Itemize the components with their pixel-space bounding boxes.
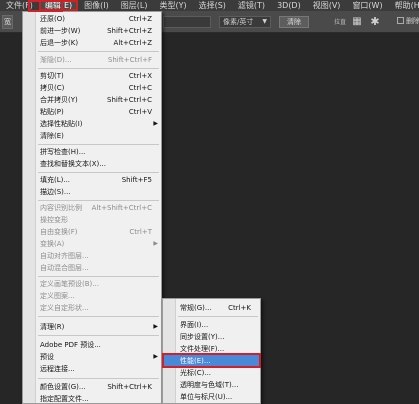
menu-bar: 文件(F) 编辑(E) 图像(I) 图层(L) 类型(Y) 选择(S) 滤镜(T…	[0, 0, 419, 11]
checkbox-box	[397, 17, 404, 24]
menu-edit[interactable]: 编辑(E)	[38, 0, 79, 11]
menu-item-assign-profile[interactable]: 指定配置文件...	[23, 393, 161, 404]
menu-select[interactable]: 选择(S)	[193, 0, 232, 11]
edit-menu: 还原(O) Ctrl+Z 前进一步(W) Shift+Ctrl+Z 后退一步(K) A…	[22, 11, 162, 404]
menu-item-paste[interactable]: 粘贴(P) Ctrl+V	[23, 106, 161, 118]
chevron-right-icon: ▶	[153, 353, 158, 360]
menu-item-define-pattern[interactable]: 定义图案...	[23, 290, 161, 302]
tools-panel	[0, 33, 22, 404]
menu-item-purge[interactable]: 清理(R) ▶	[23, 321, 161, 333]
preferences-submenu: 常规(G)... Ctrl+K 界面(I)... 同步设置(Y)... 文件处理(…	[162, 298, 261, 404]
menu-item-copy[interactable]: 拷贝(C) Ctrl+C	[23, 82, 161, 94]
tool-preset-picker[interactable]: 宽	[2, 15, 13, 29]
chevron-right-icon: ▶	[153, 120, 158, 127]
menu-item-performance[interactable]: 性能(E)...	[163, 355, 260, 367]
menu-type[interactable]: 类型(Y)	[153, 0, 192, 11]
menu-item-puppet-warp[interactable]: 操控变形	[23, 214, 161, 226]
menu-separator	[38, 172, 159, 173]
menu-3d[interactable]: 3D(D)	[271, 0, 307, 11]
menu-item-cursors[interactable]: 光标(C)...	[163, 367, 260, 379]
menu-item-presets[interactable]: 预设 ▶	[23, 351, 161, 363]
menu-separator	[178, 316, 258, 317]
menu-item-step-forward[interactable]: 前进一步(W) Shift+Ctrl+Z	[23, 25, 161, 37]
chevron-right-icon: ▶	[153, 323, 158, 330]
chevron-right-icon: ▶	[153, 240, 158, 247]
menu-help[interactable]: 帮助(H)	[389, 0, 419, 11]
menu-item-content-aware-scale[interactable]: 内容识别比例 Alt+Shift+Ctrl+C	[23, 202, 161, 214]
resolution-input[interactable]	[163, 16, 211, 28]
menu-item-units-rulers[interactable]: 单位与标尺(U)...	[163, 391, 260, 403]
menu-window[interactable]: 窗口(W)	[346, 0, 388, 11]
chevron-down-icon: ▼	[262, 18, 267, 25]
menu-item-remote-connections[interactable]: 远程连接...	[23, 363, 161, 375]
menu-separator	[38, 276, 159, 277]
menu-item-step-backward[interactable]: 后退一步(K) Alt+Ctrl+Z	[23, 37, 161, 49]
menu-item-undo[interactable]: 还原(O) Ctrl+Z	[23, 13, 161, 25]
menu-item-free-transform[interactable]: 自由变换(F) Ctrl+T	[23, 226, 161, 238]
clear-button[interactable]: 清除	[279, 16, 309, 28]
menu-item-cut[interactable]: 剪切(T) Ctrl+X	[23, 70, 161, 82]
menu-item-pdf-presets[interactable]: Adobe PDF 预设...	[23, 339, 161, 351]
delete-cropped-checkbox[interactable]: 删除	[397, 16, 419, 26]
menu-separator	[38, 144, 159, 145]
menu-item-interface[interactable]: 界面(I)...	[163, 319, 260, 331]
menu-item-general[interactable]: 常规(G)... Ctrl+K	[163, 302, 260, 314]
unit-select[interactable]: 像素/英寸 ▼	[219, 16, 271, 28]
menu-item-file-handling[interactable]: 文件处理(F)...	[163, 343, 260, 355]
menu-item-auto-blend[interactable]: 自动混合图层...	[23, 262, 161, 274]
menu-separator	[38, 335, 159, 336]
unit-select-label: 像素/英寸	[223, 18, 254, 26]
menu-separator	[38, 51, 159, 52]
menu-item-transparency-gamut[interactable]: 透明度与色域(T)...	[163, 379, 260, 391]
gear-icon[interactable]: ✱	[369, 16, 381, 28]
menu-item-stroke[interactable]: 描边(S)...	[23, 186, 161, 198]
menu-item-define-shape[interactable]: 定义自定形状...	[23, 302, 161, 314]
menu-image[interactable]: 图像(I)	[78, 0, 115, 11]
menu-layer[interactable]: 图层(L)	[115, 0, 154, 11]
menu-filter[interactable]: 滤镜(T)	[232, 0, 271, 11]
menu-separator	[38, 316, 159, 317]
delete-cropped-label: 删除	[406, 17, 419, 25]
menu-item-define-brush[interactable]: 定义画笔预设(B)...	[23, 278, 161, 290]
menu-item-fade[interactable]: 渐隐(D)... Shift+Ctrl+F	[23, 54, 161, 66]
menu-item-sync-settings[interactable]: 同步设置(Y)...	[163, 331, 260, 343]
menu-file[interactable]: 文件(F)	[0, 0, 39, 11]
menu-item-find-replace[interactable]: 查找和替换文本(X)...	[23, 158, 161, 170]
straighten-label[interactable]: 拉直	[334, 17, 346, 26]
menu-item-paste-special[interactable]: 选择性粘贴(I) ▶	[23, 118, 161, 130]
menu-item-color-settings[interactable]: 颜色设置(G)... Shift+Ctrl+K	[23, 381, 161, 393]
menu-separator	[38, 378, 159, 379]
menu-item-copy-merged[interactable]: 合并拷贝(Y) Shift+Ctrl+C	[23, 94, 161, 106]
menu-item-auto-align[interactable]: 自动对齐图层...	[23, 250, 161, 262]
menu-item-fill[interactable]: 填充(L)... Shift+F5	[23, 174, 161, 186]
menu-item-clear[interactable]: 清除(E)	[23, 130, 161, 142]
menu-item-spell-check[interactable]: 拼写检查(H)...	[23, 146, 161, 158]
menu-view[interactable]: 视图(V)	[307, 0, 347, 11]
grid-overlay-icon[interactable]: ▦	[351, 16, 363, 28]
menu-item-transform[interactable]: 变换(A) ▶	[23, 238, 161, 250]
menu-separator	[38, 200, 159, 201]
menu-separator	[38, 68, 159, 69]
